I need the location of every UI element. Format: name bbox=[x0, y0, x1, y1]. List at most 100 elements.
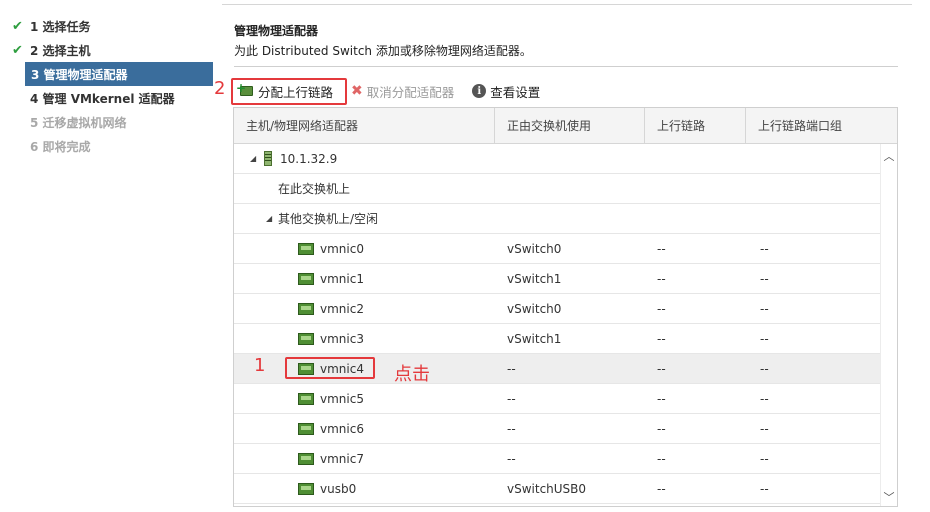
nav-step-ready-to-complete: 6 即将完成 bbox=[8, 134, 218, 158]
network-adapter-icon bbox=[298, 302, 314, 315]
uplink-cell: -- bbox=[657, 301, 666, 316]
switch-cell: vSwitch1 bbox=[507, 271, 562, 286]
table-row[interactable]: vusb0 vSwitchUSB0 -- -- bbox=[234, 474, 881, 504]
annotation-step-1: 1 bbox=[254, 355, 266, 376]
check-icon: ✔ bbox=[12, 18, 23, 34]
unassign-adapter-button[interactable]: ✖ 取消分配适配器 bbox=[347, 80, 458, 102]
uplink-cell: -- bbox=[657, 481, 666, 496]
chevron-up-icon[interactable]: ︿ bbox=[881, 148, 897, 164]
annotation-box-vmnic4 bbox=[285, 357, 375, 379]
portgroup-cell: -- bbox=[760, 421, 769, 436]
table-header: 主机/物理网络适配器 正由交换机使用 上行链路 上行链路端口组 bbox=[234, 108, 897, 144]
network-adapter-icon bbox=[298, 392, 314, 405]
view-settings-button[interactable]: i 查看设置 bbox=[468, 80, 544, 102]
adapter-name: vmnic0 bbox=[320, 241, 364, 256]
network-adapter-icon bbox=[298, 272, 314, 285]
uplink-cell: -- bbox=[657, 331, 666, 346]
nav-step-label: 5 迁移虚拟机网络 bbox=[30, 115, 127, 130]
table-row[interactable]: vmnic1 vSwitch1 -- -- bbox=[234, 264, 881, 294]
table-row[interactable]: vmnic6 -- -- -- bbox=[234, 414, 881, 444]
portgroup-cell: -- bbox=[760, 391, 769, 406]
chevron-down-icon[interactable]: ﹀ bbox=[881, 489, 897, 505]
nav-step-label: 6 即将完成 bbox=[30, 139, 91, 154]
network-adapter-icon bbox=[298, 332, 314, 345]
portgroup-cell: -- bbox=[760, 451, 769, 466]
annotation-box-assign bbox=[231, 78, 347, 105]
network-adapter-icon bbox=[298, 422, 314, 435]
top-divider bbox=[222, 4, 912, 5]
host-row[interactable]: ◢ 10.1.32.9 bbox=[234, 144, 881, 174]
group-row-this-switch[interactable]: 在此交换机上 bbox=[234, 174, 881, 204]
group-label: 其他交换机上/空闲 bbox=[278, 212, 379, 226]
expand-triangle-icon[interactable]: ◢ bbox=[266, 214, 278, 223]
portgroup-cell: -- bbox=[760, 271, 769, 286]
table-row[interactable]: vmnic5 -- -- -- bbox=[234, 384, 881, 414]
page-description: 为此 Distributed Switch 添加或移除物理网络适配器。 bbox=[234, 44, 532, 58]
column-header-in-use-by-switch[interactable]: 正由交换机使用 bbox=[495, 108, 645, 143]
remove-icon: ✖ bbox=[351, 83, 363, 99]
column-header-host-adapter[interactable]: 主机/物理网络适配器 bbox=[234, 108, 495, 143]
switch-cell: -- bbox=[507, 421, 516, 436]
uplink-cell: -- bbox=[657, 421, 666, 436]
table-row[interactable]: vmnic7 -- -- -- bbox=[234, 444, 881, 474]
uplink-cell: -- bbox=[657, 361, 666, 376]
uplink-cell: -- bbox=[657, 241, 666, 256]
wizard-nav: ✔ 1 选择任务 ✔ 2 选择主机 3 管理物理适配器 4 管理 VMkerne… bbox=[8, 14, 218, 158]
adapter-name: vmnic7 bbox=[320, 451, 364, 466]
adapter-table: 主机/物理网络适配器 正由交换机使用 上行链路 上行链路端口组 ◢ 10.1.3… bbox=[233, 107, 898, 507]
page-title: 管理物理适配器 bbox=[234, 24, 319, 38]
switch-cell: vSwitch0 bbox=[507, 301, 562, 316]
table-row[interactable]: vmnic2 vSwitch0 -- -- bbox=[234, 294, 881, 324]
network-adapter-icon bbox=[298, 242, 314, 255]
nav-step-label: 2 选择主机 bbox=[30, 43, 91, 58]
adapter-name: vmnic5 bbox=[320, 391, 364, 406]
portgroup-cell: -- bbox=[760, 481, 769, 496]
portgroup-cell: -- bbox=[760, 301, 769, 316]
table-body: ◢ 10.1.32.9 在此交换机上 ◢ 其他交换机上/空闲 vmnic0 vS… bbox=[234, 144, 881, 504]
column-header-uplink-portgroup[interactable]: 上行链路端口组 bbox=[746, 108, 882, 143]
network-adapter-icon bbox=[298, 482, 314, 495]
nav-step-select-task[interactable]: ✔ 1 选择任务 bbox=[8, 14, 218, 38]
network-adapter-icon bbox=[298, 452, 314, 465]
uplink-cell: -- bbox=[657, 451, 666, 466]
nav-step-label: 1 选择任务 bbox=[30, 19, 91, 34]
nav-step-select-hosts[interactable]: ✔ 2 选择主机 bbox=[8, 38, 218, 62]
table-row[interactable]: vmnic0 vSwitch0 -- -- bbox=[234, 234, 881, 264]
switch-cell: vSwitch1 bbox=[507, 331, 562, 346]
column-header-uplink[interactable]: 上行链路 bbox=[645, 108, 746, 143]
host-icon bbox=[262, 151, 274, 166]
table-row[interactable]: vmnic3 vSwitch1 -- -- bbox=[234, 324, 881, 354]
check-icon: ✔ bbox=[12, 42, 23, 58]
info-icon: i bbox=[472, 84, 487, 98]
vertical-scrollbar[interactable]: ︿ ﹀ bbox=[880, 144, 897, 506]
uplink-cell: -- bbox=[657, 271, 666, 286]
adapter-name: vmnic2 bbox=[320, 301, 364, 316]
nav-step-migrate-vm-networking: 5 迁移虚拟机网络 bbox=[8, 110, 218, 134]
annotation-step-2: 2 bbox=[214, 78, 226, 99]
adapter-name: vmnic1 bbox=[320, 271, 364, 286]
annotation-click-text: 点击 bbox=[394, 364, 430, 385]
uplink-cell: -- bbox=[657, 391, 666, 406]
nav-step-label: 4 管理 VMkernel 适配器 bbox=[30, 91, 175, 106]
switch-cell: -- bbox=[507, 361, 516, 376]
switch-cell: -- bbox=[507, 391, 516, 406]
nav-step-manage-vmkernel[interactable]: 4 管理 VMkernel 适配器 bbox=[8, 86, 218, 110]
view-settings-label: 查看设置 bbox=[490, 84, 541, 100]
header-divider bbox=[234, 66, 898, 67]
nav-step-label: 3 管理物理适配器 bbox=[31, 67, 128, 82]
adapter-name: vusb0 bbox=[320, 481, 357, 496]
group-row-other-switches[interactable]: ◢ 其他交换机上/空闲 bbox=[234, 204, 881, 234]
adapter-name: vmnic6 bbox=[320, 421, 364, 436]
nav-step-manage-physical-adapters[interactable]: 3 管理物理适配器 bbox=[25, 62, 213, 86]
portgroup-cell: -- bbox=[760, 361, 769, 376]
host-name: 10.1.32.9 bbox=[280, 151, 338, 166]
portgroup-cell: -- bbox=[760, 241, 769, 256]
expand-triangle-icon[interactable]: ◢ bbox=[250, 154, 262, 163]
adapter-name: vmnic3 bbox=[320, 331, 364, 346]
portgroup-cell: -- bbox=[760, 331, 769, 346]
switch-cell: vSwitch0 bbox=[507, 241, 562, 256]
unassign-adapter-label: 取消分配适配器 bbox=[366, 84, 455, 100]
switch-cell: vSwitchUSB0 bbox=[507, 481, 587, 496]
switch-cell: -- bbox=[507, 451, 516, 466]
group-label: 在此交换机上 bbox=[278, 182, 351, 196]
